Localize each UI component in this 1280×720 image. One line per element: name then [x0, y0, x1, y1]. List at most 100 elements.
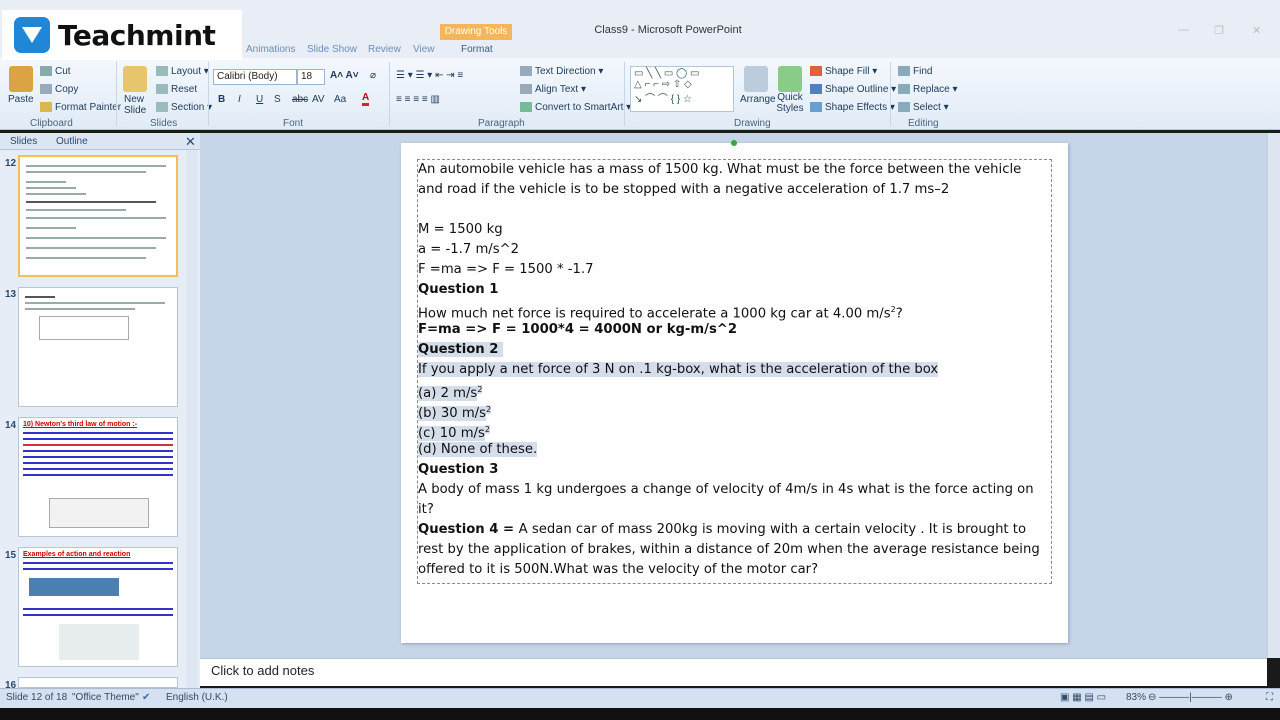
- font-color-icon[interactable]: A: [362, 92, 370, 106]
- select-label: Select: [913, 102, 941, 113]
- align-text-icon: [520, 84, 532, 95]
- close-panel-icon[interactable]: ✕: [185, 134, 196, 150]
- question-mark: ?: [895, 306, 903, 322]
- tab-view[interactable]: View: [413, 44, 435, 55]
- smartart-icon: [520, 102, 532, 113]
- copy-button[interactable]: Copy: [40, 84, 78, 95]
- reset-icon: [156, 84, 168, 95]
- zoom-slider[interactable]: ⊖ ———|——— ⊕: [1148, 692, 1233, 703]
- shape-fill-button[interactable]: Shape Fill ▾: [810, 66, 877, 77]
- close-window-icon[interactable]: ✕: [1252, 24, 1261, 37]
- view-buttons[interactable]: ▣ ▦ ▤ ▭: [1060, 692, 1106, 703]
- quick-styles-button[interactable]: Quick Styles: [776, 92, 804, 114]
- shape-effects-button[interactable]: Shape Effects ▾: [810, 102, 895, 113]
- slide-thumbnail-14[interactable]: 10) Newton's third law of motion :-: [18, 417, 178, 537]
- slide-text-line: and road if the vehicle is to be stopped…: [418, 182, 950, 197]
- text-direction-button[interactable]: Text Direction ▾: [520, 66, 603, 77]
- strikethrough-button[interactable]: abc: [292, 94, 308, 105]
- quick-styles-icon[interactable]: [778, 66, 802, 92]
- bold-button[interactable]: B: [218, 94, 225, 105]
- section-label: Section: [171, 102, 205, 113]
- copy-icon: [40, 84, 52, 95]
- bullets-icon[interactable]: ☰ ▾ ☰ ▾ ⇤ ⇥ ≡: [396, 70, 463, 81]
- slide-number: 15: [5, 550, 17, 561]
- superscript: 2: [477, 385, 483, 394]
- paste-button[interactable]: Paste: [8, 94, 34, 105]
- cut-button[interactable]: Cut: [40, 66, 71, 77]
- selected-question-2: Question 2: [418, 342, 499, 357]
- grow-font-icon[interactable]: A˄ A˅: [330, 70, 359, 81]
- slide-text-line: it?: [418, 502, 434, 517]
- spellcheck-icon[interactable]: ✔: [142, 692, 150, 703]
- language-indicator[interactable]: English (U.K.): [166, 692, 228, 703]
- slides-group-label: Slides: [150, 118, 178, 129]
- teachmint-logo: Teachmint: [2, 10, 242, 60]
- zoom-level[interactable]: 83%: [1126, 692, 1146, 703]
- fit-to-window-icon[interactable]: ⛶: [1266, 692, 1273, 703]
- clear-format-icon[interactable]: ⌀: [370, 70, 376, 81]
- slide-thumbnail-12[interactable]: [18, 155, 178, 277]
- logo-text: Teachmint: [58, 18, 216, 52]
- character-spacing-icon[interactable]: AV: [312, 94, 325, 105]
- tab-slide-show[interactable]: Slide Show: [307, 44, 357, 55]
- notes-placeholder[interactable]: Click to add notes: [211, 663, 314, 678]
- shape-fill-icon: [810, 66, 822, 77]
- notes-pane[interactable]: [200, 658, 1267, 686]
- align-text-label: Align Text: [535, 84, 579, 95]
- replace-button[interactable]: Replace ▾: [898, 84, 958, 95]
- theme-name: "Office Theme": [72, 692, 139, 703]
- shadow-button[interactable]: S: [274, 94, 281, 105]
- new-slide-button[interactable]: New Slide: [124, 94, 152, 116]
- arrange-button[interactable]: Arrange: [740, 94, 776, 105]
- reset-button[interactable]: Reset: [156, 84, 197, 95]
- paste-icon[interactable]: [9, 66, 33, 92]
- slide-text-line: Question 4 = A sedan car of mass 200kg i…: [418, 521, 1026, 539]
- tab-slides[interactable]: Slides: [10, 136, 37, 147]
- paragraph-group-label: Paragraph: [478, 118, 525, 129]
- font-family-select[interactable]: Calibri (Body): [213, 69, 297, 85]
- superscript: 2: [484, 425, 490, 434]
- align-icons[interactable]: ≡ ≡ ≡ ≡ ▥: [396, 94, 440, 105]
- divider: [890, 62, 891, 126]
- shape-effects-icon: [810, 102, 822, 113]
- main-vertical-scrollbar[interactable]: [1267, 133, 1280, 658]
- option-d: (d) None of these.: [418, 441, 538, 459]
- binoculars-icon: [898, 66, 910, 77]
- tab-animations[interactable]: Animations: [246, 44, 295, 55]
- align-text-button[interactable]: Align Text ▾: [520, 84, 586, 95]
- change-case-icon[interactable]: Aa: [334, 94, 346, 105]
- slide-thumbnail-16[interactable]: [18, 677, 178, 688]
- underline-button[interactable]: U: [256, 94, 263, 105]
- find-button[interactable]: Find: [898, 66, 932, 77]
- option-c-text: (c) 10 m/s: [418, 426, 485, 442]
- minimize-icon[interactable]: —: [1178, 24, 1189, 36]
- selected-question-2-text: If you apply a net force of 3 N on .1 kg…: [418, 362, 939, 377]
- section-button[interactable]: Section ▾: [156, 102, 212, 113]
- arrange-icon[interactable]: [744, 66, 768, 92]
- format-painter-button[interactable]: Format Painter: [40, 102, 121, 113]
- format-painter-label: Format Painter: [55, 102, 122, 113]
- question-heading: Question 3: [418, 462, 499, 477]
- font-size-select[interactable]: 18: [297, 69, 325, 85]
- layout-button[interactable]: Layout ▾: [156, 66, 209, 77]
- tab-review[interactable]: Review: [368, 44, 401, 55]
- screen-bottom-edge: [0, 708, 1280, 720]
- slide-text-line: rest by the application of brakes, withi…: [418, 542, 1040, 557]
- smartart-button[interactable]: Convert to SmartArt ▾: [520, 102, 631, 113]
- rotate-handle[interactable]: [731, 140, 737, 146]
- maximize-icon[interactable]: ❐: [1214, 24, 1224, 37]
- tab-format[interactable]: Format: [461, 44, 493, 55]
- select-button[interactable]: Select ▾: [898, 102, 949, 113]
- italic-button[interactable]: I: [238, 94, 241, 105]
- cut-label: Cut: [55, 66, 71, 77]
- shapes-gallery-icons: ▭ ╲ ╲ ▭ ◯ ▭ △ ⌐ ⌐ ⇨ ⇧ ◇ ↘ ⌒ ⌒ { } ☆: [634, 68, 700, 105]
- shape-outline-button[interactable]: Shape Outline ▾: [810, 84, 896, 95]
- slide-text-line: An automobile vehicle has a mass of 1500…: [418, 162, 1022, 177]
- tab-outline[interactable]: Outline: [56, 136, 88, 147]
- slides-panel-scrollbar[interactable]: [186, 150, 198, 688]
- new-slide-icon[interactable]: [123, 66, 147, 92]
- answer-line: F=ma => F = 1000*4 = 4000N or kg-m/s^2: [418, 322, 738, 337]
- slide-thumbnail-15[interactable]: Examples of action and reaction: [18, 547, 178, 667]
- question-heading: Question 2: [418, 341, 504, 359]
- slide-thumbnail-13[interactable]: [18, 287, 178, 407]
